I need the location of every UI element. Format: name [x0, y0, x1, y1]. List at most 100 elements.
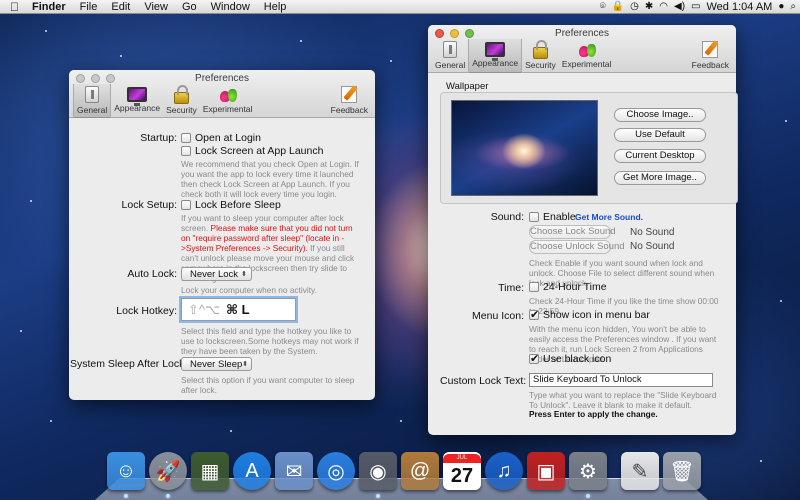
tab-feedback[interactable]: Feedback	[689, 39, 732, 73]
popup-arrows-icon: ⬍	[241, 271, 247, 278]
dock-ical-icon[interactable]: JUL 27	[443, 452, 481, 490]
sound-enable-row[interactable]: Enable	[529, 211, 576, 223]
dock-finder-icon[interactable]: ☺	[107, 452, 145, 490]
dock-document-icon[interactable]: ✎	[621, 452, 659, 490]
spotlight-icon[interactable]: ⌕	[790, 0, 796, 14]
startup-help: We recommend that you check Open at Logi…	[181, 159, 359, 199]
custom-lock-text-help: Type what you want to replace the "Slide…	[529, 390, 717, 410]
lock-before-sleep-row[interactable]: Lock Before Sleep	[181, 199, 281, 211]
tab-experimental[interactable]: Experimental	[559, 39, 615, 73]
tab-general[interactable]: General	[73, 84, 112, 118]
dock-mission-control-icon[interactable]: ▦	[191, 452, 229, 490]
dock-launchpad-icon[interactable]: 🚀	[149, 452, 187, 490]
window-title: Preferences	[555, 28, 609, 39]
dock-trash-icon[interactable]: 🗑	[663, 452, 701, 490]
menu-app-name[interactable]: Finder	[25, 0, 73, 14]
tab-feedback[interactable]: Feedback	[328, 84, 371, 118]
black-icon-label[interactable]: Use black icon	[543, 353, 611, 365]
choose-lock-sound-button[interactable]: Choose Lock Sound	[529, 225, 616, 239]
tab-general[interactable]: General	[432, 39, 468, 73]
dock-photo-booth-icon[interactable]: ▣	[527, 452, 565, 490]
tab-experimental[interactable]: Experimental	[200, 84, 256, 118]
sleep-after-lock-popup[interactable]: Never Sleep ⬍	[181, 357, 252, 371]
24-hour-time-checkbox[interactable]	[529, 282, 539, 292]
current-desktop-button[interactable]: Current Desktop	[614, 149, 706, 163]
menu-go[interactable]: Go	[175, 0, 204, 14]
running-indicator	[124, 494, 128, 498]
24-hour-time-row[interactable]: 24-Hour Time	[529, 281, 607, 293]
running-indicator	[586, 494, 590, 498]
bluetooth-icon[interactable]: ✱	[645, 0, 653, 14]
dock-mail-hawk-icon[interactable]: ✉	[275, 452, 313, 490]
use-default-button[interactable]: Use Default	[614, 128, 706, 142]
tab-general-label: General	[77, 105, 108, 115]
dock-facetime-icon[interactable]: ◉	[359, 452, 397, 490]
volume-icon[interactable]: ◀)	[674, 0, 685, 14]
menu-window[interactable]: Window	[204, 0, 257, 14]
fingerprint-icon[interactable]: ⌾	[600, 0, 606, 14]
get-more-image-button[interactable]: Get More Image..	[614, 171, 706, 185]
tab-security[interactable]: Security	[163, 84, 200, 118]
lock-before-sleep-checkbox[interactable]	[181, 200, 191, 210]
dock-itunes-icon[interactable]: ♫	[485, 452, 523, 490]
apple-menu-icon[interactable]: 	[0, 0, 25, 14]
wifi-icon[interactable]: ◠	[659, 0, 668, 14]
show-menu-icon-row[interactable]: Show icon in menu bar	[529, 308, 650, 321]
general-icon	[443, 41, 458, 58]
menu-edit[interactable]: Edit	[104, 0, 137, 14]
lock-hotkey-label: Lock Hotkey:	[116, 305, 177, 317]
open-at-login-label[interactable]: Open at Login	[195, 132, 261, 144]
tab-general-label: General	[435, 60, 466, 70]
tab-feedback-label: Feedback	[330, 105, 368, 115]
time-machine-icon[interactable]: ◷	[630, 0, 639, 14]
wallpaper-preview	[451, 100, 598, 196]
custom-lock-text-label: Custom Lock Text:	[440, 375, 527, 387]
running-indicator	[376, 494, 380, 498]
open-at-login-checkbox[interactable]	[181, 133, 191, 143]
lock-at-launch-checkbox[interactable]	[181, 146, 191, 156]
lock-at-launch-label[interactable]: Lock Screen at App Launch	[195, 145, 323, 157]
window-title: Preferences	[195, 73, 249, 84]
show-menu-icon-label[interactable]: Show icon in menu bar	[543, 309, 650, 321]
get-more-sound-link[interactable]: Get More Sound.	[575, 212, 643, 222]
battery-icon[interactable]: ▭	[691, 0, 700, 14]
tab-security[interactable]: Security	[522, 39, 559, 73]
black-icon-checkbox[interactable]	[529, 352, 539, 365]
open-at-login-row[interactable]: Open at Login	[181, 132, 261, 144]
choose-image-button[interactable]: Choose Image..	[614, 108, 706, 122]
dock-address-book-icon[interactable]: @	[401, 452, 439, 490]
padlock-icon	[173, 85, 189, 104]
menu-view[interactable]: View	[137, 0, 175, 14]
menu-help[interactable]: Help	[257, 0, 294, 14]
dock-system-preferences-icon[interactable]: ⚙	[569, 452, 607, 490]
pencil-note-icon	[341, 86, 358, 103]
custom-lock-text-field[interactable]: Slide Keyboard To Unlock	[529, 373, 713, 387]
auto-lock-popup[interactable]: Never Lock ⬍	[181, 267, 252, 281]
auto-lock-help: Lock your computer when no activity.	[181, 285, 317, 295]
lock-at-launch-row[interactable]: Lock Screen at App Launch	[181, 145, 323, 157]
user-icon[interactable]: ●	[778, 0, 784, 14]
menu-icon-label: Menu Icon:	[472, 310, 524, 322]
tab-experimental-label: Experimental	[202, 104, 253, 114]
24-hour-time-label[interactable]: 24-Hour Time	[543, 281, 607, 293]
sound-enable-checkbox[interactable]	[529, 212, 539, 222]
show-menu-icon-checkbox[interactable]	[529, 308, 539, 321]
lock-before-sleep-label[interactable]: Lock Before Sleep	[195, 199, 281, 211]
apply-change-note: Press Enter to apply the change.	[529, 409, 658, 419]
dock-safari-icon[interactable]: ◎	[317, 452, 355, 490]
hotkey-modifiers: ⇧^⌥	[188, 301, 220, 317]
sound-enable-label[interactable]: Enable	[543, 211, 576, 223]
tab-security-label: Security	[166, 105, 197, 115]
general-icon	[85, 86, 100, 103]
tab-appearance[interactable]: Appearance	[111, 84, 163, 118]
menu-file[interactable]: File	[73, 0, 105, 14]
time-label: Time:	[498, 282, 524, 294]
lock-icon[interactable]: 🔒	[612, 0, 624, 14]
black-icon-row[interactable]: Use black icon	[529, 352, 611, 365]
choose-unlock-sound-button[interactable]: Choose Unlock Sound	[529, 240, 625, 254]
dock-app-store-icon[interactable]: A	[233, 452, 271, 490]
sleep-after-lock-help: Select this option if you want computer …	[181, 375, 355, 395]
tab-appearance[interactable]: Appearance	[468, 39, 523, 73]
hotkey-field[interactable]: ⇧^⌥ ⌘ L	[181, 298, 296, 321]
clock[interactable]: Wed 1:04 AM	[707, 0, 773, 14]
